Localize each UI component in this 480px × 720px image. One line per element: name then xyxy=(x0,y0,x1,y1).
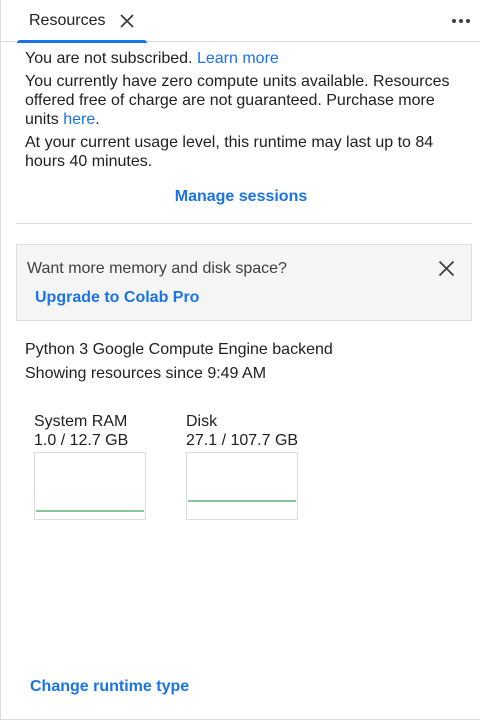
manage-sessions-link[interactable]: Manage sessions xyxy=(175,188,308,205)
upsell-banner: Want more memory and disk space? Upgrade… xyxy=(16,244,472,321)
divider xyxy=(16,223,472,224)
ram-usage-line xyxy=(36,510,144,512)
disk-usage-line xyxy=(188,500,296,502)
gauge-value: 1.0 / 12.7 GB xyxy=(34,432,129,449)
change-runtime-type-link[interactable]: Change runtime type xyxy=(30,678,189,696)
gauge-title: System RAM xyxy=(34,413,128,430)
tab-active-indicator xyxy=(17,40,148,43)
compute-units-suffix: . xyxy=(95,111,100,128)
close-icon[interactable] xyxy=(119,13,135,29)
subscription-status-text: You are not subscribed. xyxy=(25,50,193,67)
learn-more-link[interactable]: Learn more xyxy=(197,50,279,67)
backend-info: Python 3 Google Compute Engine backend S… xyxy=(25,338,333,386)
compute-units-text: You currently have zero compute units av… xyxy=(25,72,465,129)
more-vert-icon[interactable] xyxy=(451,12,471,30)
ram-usage-chart xyxy=(34,452,146,520)
resources-panel: Resources You are not subscribed. Learn … xyxy=(0,0,480,720)
purchase-here-link[interactable]: here xyxy=(63,111,95,128)
ram-gauge: System RAM 1.0 / 12.7 GB xyxy=(34,412,154,520)
tab-resources[interactable]: Resources xyxy=(17,0,148,43)
disk-usage-chart xyxy=(186,452,298,520)
manage-sessions-row: Manage sessions xyxy=(1,188,480,206)
upgrade-colab-pro-link[interactable]: Upgrade to Colab Pro xyxy=(35,289,199,307)
subscription-status: You are not subscribed. Learn more xyxy=(25,49,465,68)
gauge-title: Disk xyxy=(186,413,218,430)
close-icon[interactable] xyxy=(438,260,455,277)
subscription-info: You are not subscribed. Learn more You c… xyxy=(25,49,465,175)
tab-bar: Resources xyxy=(1,0,480,43)
tab-label: Resources xyxy=(29,12,106,29)
runtime-estimate: At your current usage level, this runtim… xyxy=(25,134,434,170)
resources-since: Showing resources since 9:49 AM xyxy=(25,365,267,382)
backend-name: Python 3 Google Compute Engine backend xyxy=(25,341,333,358)
upsell-text: Want more memory and disk space? xyxy=(27,260,287,277)
disk-gauge: Disk 27.1 / 107.7 GB xyxy=(186,412,306,520)
gauge-value: 27.1 / 107.7 GB xyxy=(186,432,299,449)
